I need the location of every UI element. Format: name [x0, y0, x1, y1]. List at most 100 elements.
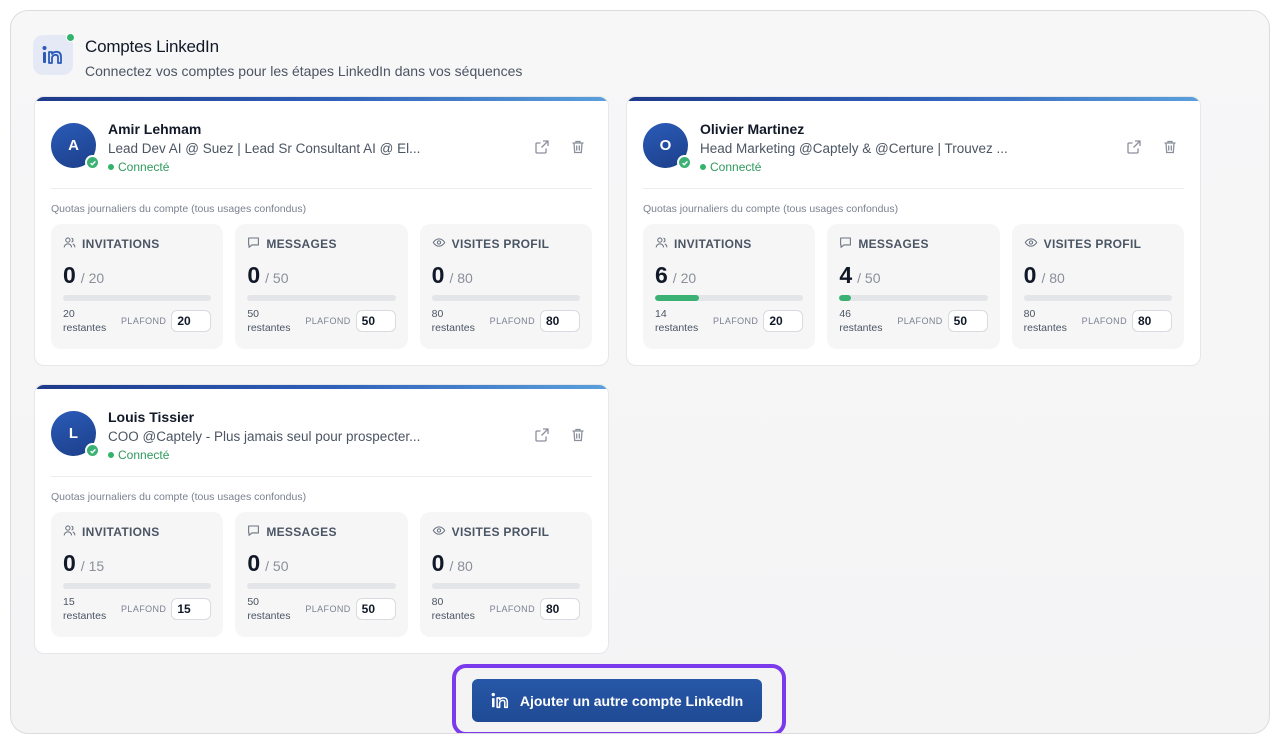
quota-progress-fill	[839, 295, 852, 301]
quota-max: / 50	[857, 270, 881, 286]
cap-input[interactable]	[763, 310, 804, 333]
account-name: Louis Tissier	[108, 409, 195, 425]
quota-grid: INVITATIONS 0 / 15 15 restantes PLAFOND	[51, 512, 592, 637]
users-icon	[63, 236, 82, 252]
quota-remaining-text: restantes	[247, 610, 291, 623]
quota-invitations: INVITATIONS 6 / 20 14 restantes PLAFOND	[643, 224, 816, 349]
trash-icon[interactable]	[570, 427, 586, 443]
quota-visites-profil: VISITES PROFIL 0 / 80 80 restantes PLAFO…	[419, 224, 592, 349]
quota-progress-bar	[839, 295, 988, 301]
quota-remaining-count: 80	[1023, 307, 1036, 320]
account-card: O Olivier Martinez Head Marketing @Capte…	[626, 96, 1201, 366]
avatar: L	[51, 411, 100, 458]
quota-section-label: Quotas journaliers du compte (tous usage…	[643, 203, 899, 215]
cap-input[interactable]	[171, 598, 212, 621]
message-icon	[247, 236, 266, 252]
users-icon	[63, 524, 82, 540]
quota-messages: MESSAGES 0 / 50 50 restantes PLAFOND	[235, 512, 408, 637]
online-indicator	[66, 33, 75, 42]
quota-label: VISITES PROFIL	[451, 525, 550, 539]
quota-label: INVITATIONS	[674, 237, 752, 251]
quota-section-label: Quotas journaliers du compte (tous usage…	[51, 203, 307, 215]
quota-remaining-count: 15	[63, 595, 75, 608]
add-button-label: Ajouter un autre compte LinkedIn	[519, 692, 744, 709]
quota-max: / 80	[449, 558, 473, 574]
quota-remaining-count: 80	[431, 307, 444, 320]
quota-remaining-text: restantes	[655, 322, 699, 335]
cap-label: PLAFOND	[897, 316, 943, 327]
status-badge: Connecté	[108, 448, 169, 462]
quota-remaining-text: restantes	[247, 322, 291, 335]
account-name: Olivier Martinez	[700, 121, 805, 137]
quota-progress-fill	[655, 295, 700, 301]
quota-invitations: INVITATIONS 0 / 20 20 restantes PLAFOND	[51, 224, 224, 349]
message-icon	[247, 524, 266, 540]
quota-remaining-text: restantes	[431, 322, 475, 335]
add-linkedin-account-button[interactable]: Ajouter un autre compte LinkedIn	[472, 679, 762, 722]
quota-used: 0	[431, 262, 445, 288]
message-icon	[839, 236, 858, 252]
linkedin-icon	[491, 692, 508, 709]
cap-label: PLAFOND	[713, 316, 759, 327]
quota-label: INVITATIONS	[82, 525, 160, 539]
quota-max: / 50	[265, 270, 289, 286]
quota-label: MESSAGES	[858, 237, 929, 251]
quota-used: 0	[63, 262, 76, 288]
status-label: Connecté	[710, 160, 762, 174]
quota-used: 0	[247, 262, 261, 288]
cap-input[interactable]	[539, 310, 580, 333]
quota-label: VISITES PROFIL	[451, 237, 550, 251]
check-icon	[677, 155, 692, 170]
external-link-icon[interactable]	[1126, 139, 1142, 155]
cap-input[interactable]	[947, 310, 988, 333]
quota-visites-profil: VISITES PROFIL 0 / 80 80 restantes PLAFO…	[419, 512, 592, 637]
cap-input[interactable]	[539, 598, 580, 621]
quota-max: / 20	[80, 270, 105, 286]
cap-input[interactable]	[355, 598, 396, 621]
quota-grid: INVITATIONS 6 / 20 14 restantes PLAFOND	[643, 224, 1184, 349]
status-badge: Connecté	[700, 160, 761, 174]
account-card: A Amir Lehmam Lead Dev AI @ Suez | Lead …	[34, 96, 609, 366]
cap-input[interactable]	[1131, 310, 1172, 333]
avatar-initial: L	[68, 425, 79, 442]
cap-label: PLAFOND	[305, 604, 351, 615]
account-headline: Head Marketing @Captely & @Certure | Tro…	[700, 141, 1008, 156]
quota-messages: MESSAGES 4 / 50 46 restantes PLAFOND	[827, 224, 1000, 349]
quota-label: MESSAGES	[266, 237, 337, 251]
quota-max: / 80	[1041, 270, 1065, 286]
users-icon	[655, 236, 674, 252]
quota-invitations: INVITATIONS 0 / 15 15 restantes PLAFOND	[51, 512, 224, 637]
status-badge: Connecté	[108, 160, 169, 174]
quota-progress-bar	[247, 583, 396, 589]
status-label: Connecté	[118, 160, 170, 174]
external-link-icon[interactable]	[534, 139, 550, 155]
eye-icon	[432, 524, 452, 540]
quota-used: 4	[839, 262, 853, 288]
cap-label: PLAFOND	[121, 604, 167, 615]
page-title: Comptes LinkedIn	[85, 37, 219, 56]
quota-progress-bar	[655, 295, 804, 301]
quota-remaining-count: 50	[247, 595, 260, 608]
status-label: Connecté	[118, 448, 170, 462]
trash-icon[interactable]	[570, 139, 586, 155]
linkedin-accounts-panel: Comptes LinkedIn Connectez vos comptes p…	[10, 10, 1270, 734]
add-account-highlight: Ajouter un autre compte LinkedIn	[452, 664, 786, 733]
external-link-icon[interactable]	[534, 427, 550, 443]
quota-progress-bar	[431, 295, 580, 301]
linkedin-icon	[33, 33, 75, 75]
avatar-initial: A	[68, 137, 79, 154]
quota-used: 0	[431, 550, 445, 576]
account-card: L Louis Tissier COO @Captely - Plus jama…	[34, 384, 609, 654]
quota-progress-bar	[247, 295, 396, 301]
cap-input[interactable]	[171, 310, 212, 333]
quota-remaining-count: 80	[431, 595, 444, 608]
trash-icon[interactable]	[1162, 139, 1178, 155]
quota-progress-bar	[431, 583, 580, 589]
cap-input[interactable]	[355, 310, 396, 333]
quota-visites-profil: VISITES PROFIL 0 / 80 80 restantes PLAFO…	[1011, 224, 1184, 349]
quota-remaining-text: restantes	[431, 610, 475, 623]
quota-remaining-text: restantes	[63, 322, 107, 335]
quota-remaining-text: restantes	[839, 322, 883, 335]
status-dot	[700, 164, 706, 170]
account-headline: COO @Captely - Plus jamais seul pour pro…	[108, 429, 421, 444]
